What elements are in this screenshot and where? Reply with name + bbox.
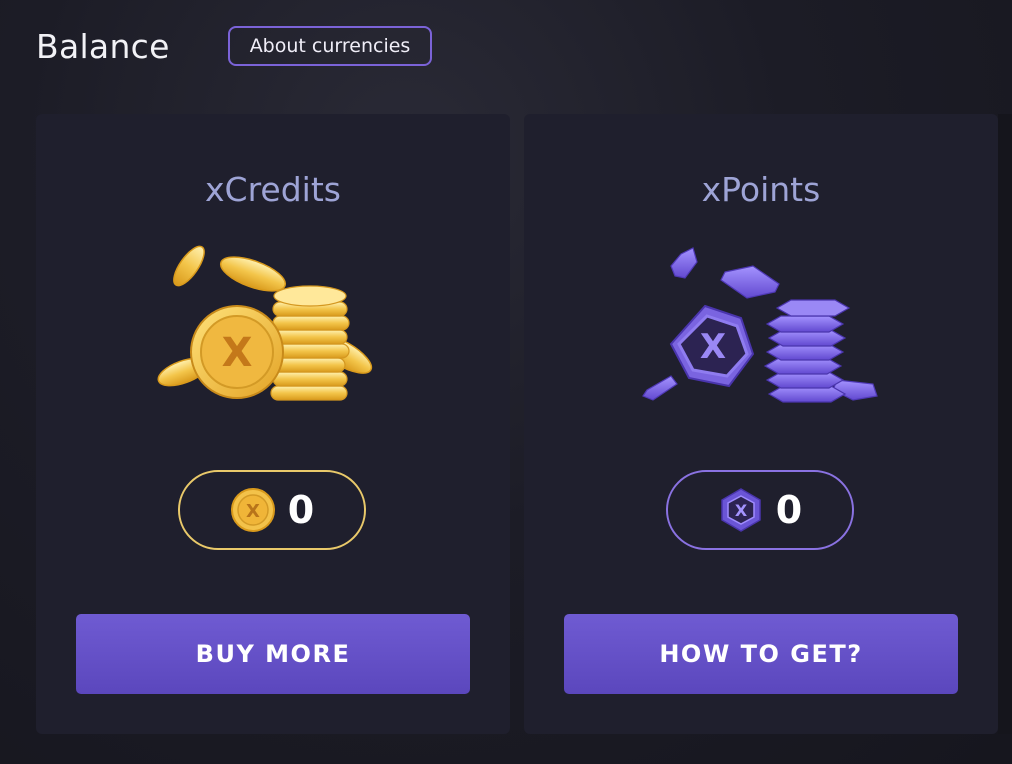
purple-hex-coin-stack-icon: X [642, 247, 878, 403]
purple-hex-coin-icon: X [721, 488, 761, 532]
gold-coin-icon: X [230, 488, 275, 532]
xpoints-card: xPoints X X 0 HOW TO GET? [524, 114, 998, 734]
next-card-edge [998, 114, 1012, 734]
svg-text:X: X [700, 327, 726, 367]
about-currencies-button[interactable]: About currencies [228, 26, 432, 66]
xcredits-card: xCredits X X 0 BUY MORE [36, 114, 510, 734]
buy-more-button[interactable]: BUY MORE [76, 614, 470, 694]
card-title: xPoints [701, 170, 821, 209]
svg-text:X: X [735, 501, 748, 520]
svg-text:X: X [222, 330, 253, 376]
card-title: xCredits [205, 170, 341, 209]
xcredits-amount: 0 [287, 488, 315, 532]
how-to-get-button[interactable]: HOW TO GET? [564, 614, 958, 694]
page-title: Balance [36, 26, 170, 66]
xpoints-balance: X 0 [666, 470, 854, 550]
xcredits-balance: X 0 [178, 470, 366, 550]
svg-text:X: X [246, 501, 260, 522]
gold-coin-stack-icon: X [157, 245, 373, 401]
xpoints-amount: 0 [775, 488, 803, 532]
page-header: Balance [36, 24, 170, 68]
